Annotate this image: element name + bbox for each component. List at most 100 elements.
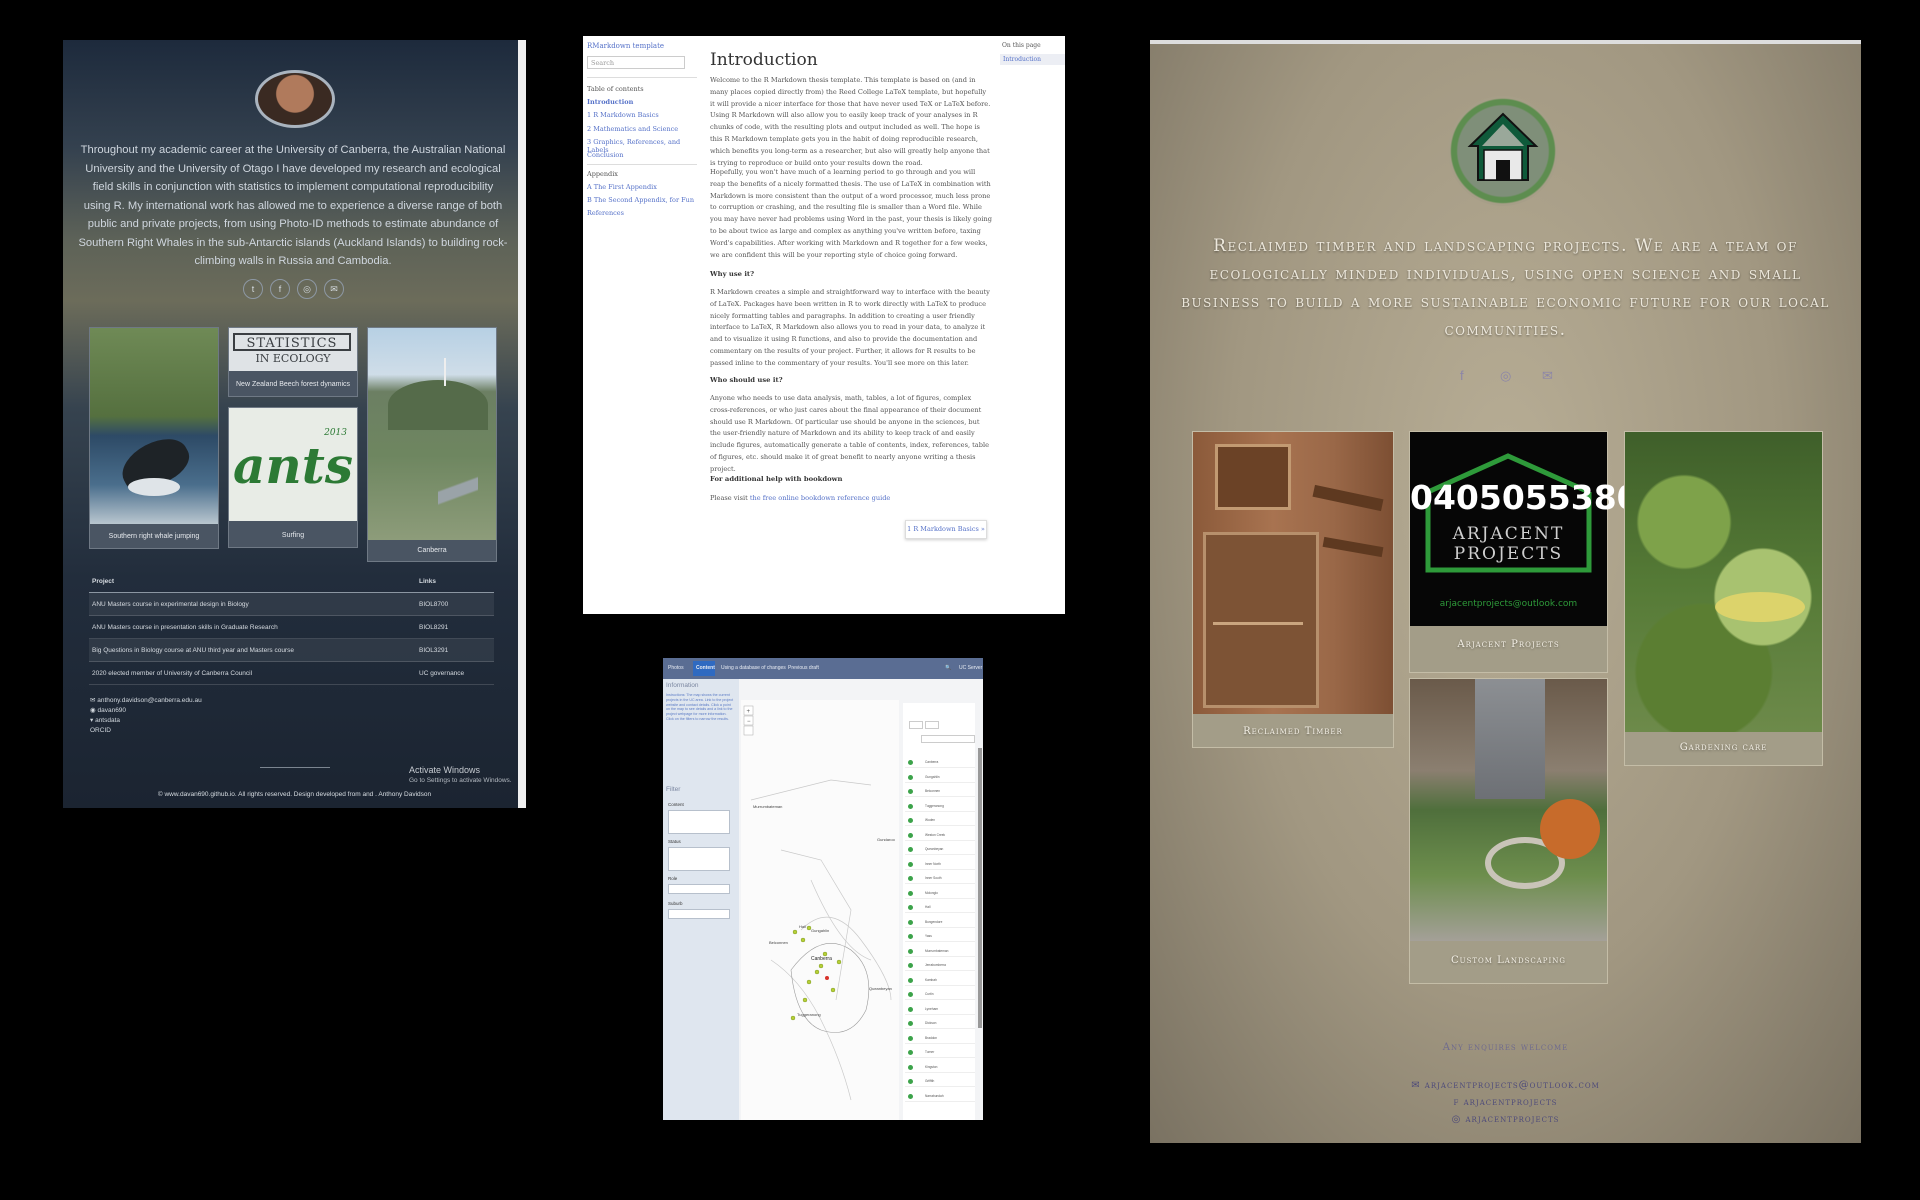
nav-item[interactable]: Using a database of changes — [721, 665, 786, 671]
status-dot-icon — [908, 774, 913, 780]
toc-item[interactable]: B The Second Appendix, for Fun — [587, 196, 694, 204]
nav-item[interactable]: Previous draft — [788, 665, 819, 671]
table-row[interactable]: Belconnen — [905, 787, 975, 797]
table-row[interactable]: Jerrabomberra — [905, 961, 975, 971]
status-dot-icon — [908, 1021, 913, 1026]
table-row[interactable]: Molonglo — [905, 889, 975, 899]
site-title[interactable]: RMarkdown template — [587, 42, 664, 50]
service-card-custom-landscaping[interactable]: Custom Landscaping — [1409, 678, 1608, 984]
map-marker-selected[interactable] — [825, 976, 829, 980]
table-row[interactable]: Weston Creek — [905, 831, 975, 841]
instagram-icon[interactable]: ◎ — [297, 279, 317, 299]
enquiries-heading: Any enquires welcome — [1442, 1042, 1569, 1053]
table-row[interactable]: Hall — [905, 903, 975, 913]
toc-item[interactable]: A The First Appendix — [587, 183, 657, 191]
nav-item[interactable]: Photos — [668, 665, 684, 671]
row-suburb: Weston Creek — [925, 832, 946, 837]
project-card-beech[interactable]: STATISTICS IN ECOLOGY New Zealand Beech … — [228, 327, 358, 397]
service-card-arjacent-projects[interactable]: 0405055380 ARJACENT PROJECTS arjacentpro… — [1409, 431, 1640, 673]
toc-item[interactable]: 2 Mathematics and Science — [587, 125, 678, 133]
course-link[interactable]: BIOL8291 — [416, 615, 494, 639]
instagram-icon[interactable]: ◎ — [1500, 368, 1511, 384]
service-card-reclaimed-timber[interactable]: Reclaimed Timber — [1192, 431, 1394, 748]
map-marker[interactable] — [806, 979, 812, 985]
table-row[interactable]: Lyneham — [905, 1005, 975, 1015]
map-marker[interactable] — [806, 925, 812, 931]
table-row[interactable]: Murrumbateman — [905, 947, 975, 957]
instagram-contact[interactable]: ◎ arjacentprojects — [1150, 1114, 1861, 1125]
copy-button[interactable] — [909, 721, 923, 729]
email-icon[interactable]: ✉ — [1542, 368, 1553, 384]
table-row[interactable]: Curtin — [905, 990, 975, 1000]
server-menu[interactable]: UC Server — [959, 665, 982, 671]
table-row[interactable]: Kambah — [905, 976, 975, 986]
search-input[interactable]: Search — [587, 56, 685, 69]
suburb-select[interactable] — [668, 909, 730, 919]
email-contact[interactable]: ✉ anthony.davidson@canberra.edu.au — [90, 696, 202, 705]
on-this-page-item[interactable]: Introduction — [1000, 54, 1065, 65]
course-link[interactable]: BIOL8700 — [416, 592, 494, 616]
facebook-icon[interactable]: f — [270, 279, 290, 299]
map-marker[interactable] — [822, 951, 828, 957]
filter-title: Filter — [666, 786, 681, 793]
toc-item[interactable]: 1 R Markdown Basics — [587, 111, 659, 119]
nav-item-content[interactable]: Content — [696, 665, 715, 671]
email-icon[interactable]: ✉ — [324, 279, 344, 299]
table-row[interactable]: Queanbeyan — [905, 845, 975, 855]
reference-guide-link[interactable]: the free online bookdown reference guide — [750, 494, 891, 502]
facebook-contact[interactable]: f arjacentprojects — [1150, 1097, 1861, 1108]
table-row[interactable]: Gungahlin — [905, 773, 975, 783]
twitter-icon[interactable]: t — [243, 279, 263, 299]
map-marker[interactable] — [830, 987, 836, 993]
project-card-canberra[interactable]: Canberra — [367, 327, 497, 562]
map-marker[interactable] — [800, 937, 806, 943]
row-suburb: Jerrabomberra — [925, 963, 946, 967]
map-marker[interactable] — [836, 959, 842, 965]
project-card-whale[interactable]: Southern right whale jumping — [89, 327, 219, 549]
course-link[interactable]: BIOL3291 — [416, 638, 494, 662]
content-checkboxes[interactable] — [668, 810, 730, 834]
table-row[interactable]: Turner — [905, 1048, 975, 1058]
table-search-input[interactable] — [921, 735, 975, 743]
status-dot-icon — [908, 992, 913, 997]
map-marker[interactable] — [814, 969, 820, 975]
table-row[interactable]: Bungendore — [905, 918, 975, 928]
toc-item-introduction[interactable]: Introduction — [587, 98, 633, 106]
project-card-surfing[interactable]: ants 2013 Surfing — [228, 407, 358, 548]
governance-link[interactable]: UC governance — [416, 661, 494, 685]
next-chapter-button[interactable]: 1 R Markdown Basics » — [905, 520, 987, 539]
facebook-icon[interactable]: f — [1460, 368, 1464, 383]
table-row[interactable]: Narrabundah — [905, 1092, 975, 1102]
table-row[interactable]: Canberra — [905, 758, 975, 768]
csv-button[interactable] — [925, 721, 939, 729]
map-marker[interactable] — [790, 1015, 796, 1021]
scrollbar[interactable] — [978, 748, 982, 1028]
map-marker[interactable] — [818, 963, 824, 969]
status-dot-icon — [908, 847, 913, 852]
toc-item[interactable]: Conclusion — [587, 151, 624, 159]
role-select[interactable] — [668, 884, 730, 894]
twitter-contact[interactable]: ▾ antsdata — [90, 716, 120, 725]
table-row[interactable]: Inner North — [905, 860, 975, 870]
table-row[interactable]: Tuggeranong — [905, 802, 975, 812]
email-contact[interactable]: ✉ arjacentprojects@outlook.com — [1150, 1080, 1861, 1091]
suburbs-map[interactable]: + − Murrumbateman Gundaroo Hall Belconne… — [741, 700, 899, 1120]
activate-windows-subtitle: Go to Settings to activate Windows. — [409, 777, 512, 784]
status-checkboxes[interactable] — [668, 847, 730, 871]
zoom-control[interactable]: + − — [743, 705, 754, 736]
table-row[interactable]: Yass — [905, 932, 975, 942]
service-card-gardening[interactable]: Gardening care — [1624, 431, 1823, 766]
github-contact[interactable]: ◉ davan690 — [90, 706, 126, 715]
toc-item[interactable]: References — [587, 209, 624, 217]
map-marker[interactable] — [792, 929, 798, 935]
table-row[interactable]: Inner South — [905, 874, 975, 884]
table-row[interactable]: Kingston — [905, 1063, 975, 1073]
table-row[interactable]: Griffith — [905, 1077, 975, 1087]
table-row[interactable]: Woden — [905, 816, 975, 826]
scrollbar[interactable] — [518, 40, 526, 808]
table-row[interactable]: Braddon — [905, 1034, 975, 1044]
map-marker[interactable] — [802, 997, 808, 1003]
search-icon[interactable]: 🔍 — [945, 665, 951, 671]
table-row[interactable]: Dickson — [905, 1019, 975, 1029]
orcid-link[interactable]: ORCID — [90, 726, 111, 735]
